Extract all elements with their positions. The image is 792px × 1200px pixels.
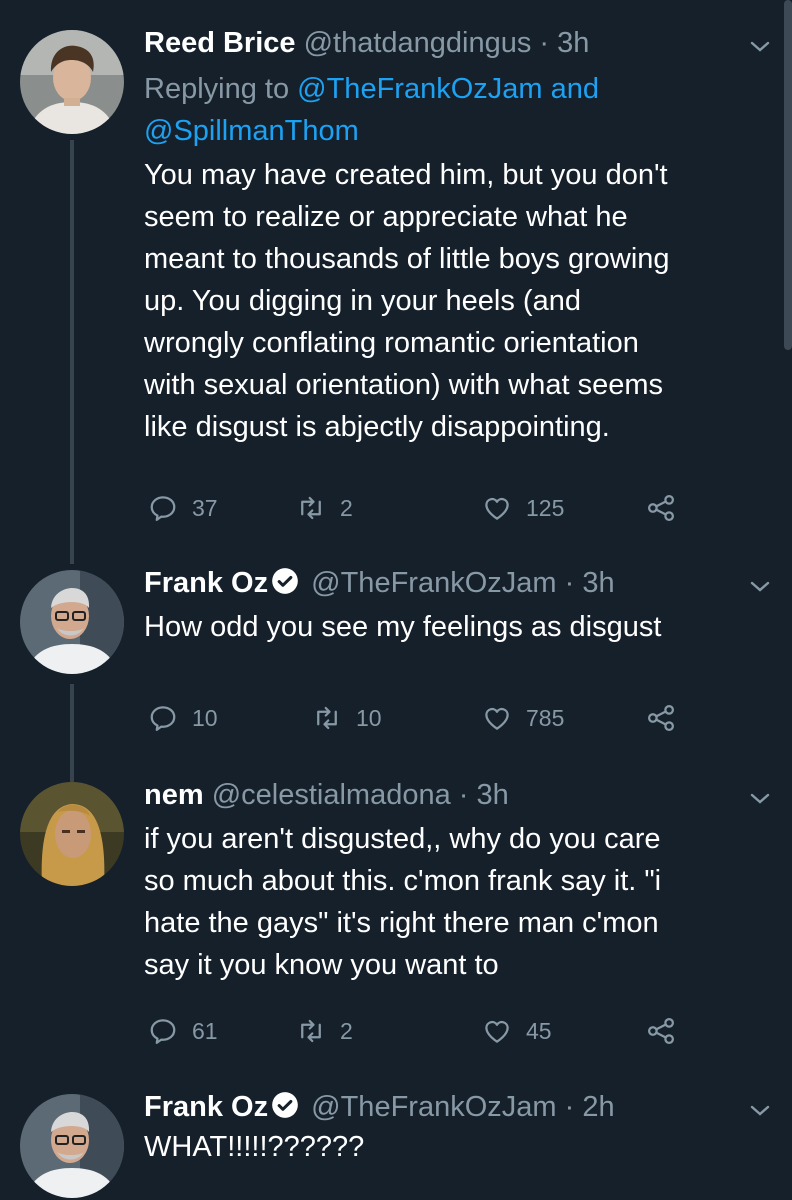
tweet-text: How odd you see my feelings as disgust: [144, 611, 662, 643]
tweet-text: WHAT!!!!!??????: [144, 1131, 365, 1163]
tweet-text: You may have created him, but you don't …: [144, 159, 670, 443]
verified-badge-icon: [272, 568, 298, 594]
reply-icon: [150, 706, 176, 731]
display-name[interactable]: Reed Brice: [144, 27, 296, 59]
username[interactable]: @thatdangdingus: [304, 27, 532, 59]
retweet-count: 2: [340, 494, 353, 521]
thread-line: [70, 684, 74, 782]
like-button[interactable]: 45: [482, 1013, 552, 1049]
share-button[interactable]: [646, 1013, 690, 1049]
mention-link[interactable]: @SpillmanThom: [144, 115, 359, 147]
verified-badge-icon: [272, 1092, 298, 1118]
retweet-button[interactable]: 2: [296, 490, 353, 526]
share-icon: [648, 705, 674, 731]
retweet-button[interactable]: 2: [296, 1013, 353, 1049]
like-count: 785: [526, 704, 565, 731]
thread-line: [70, 140, 74, 564]
like-icon: [485, 1020, 509, 1043]
share-button[interactable]: [646, 490, 690, 526]
username[interactable]: @celestialmadona: [212, 779, 451, 811]
share-icon: [648, 1018, 674, 1044]
tweet-header: Frank Oz @TheFrankOzJam · 2h: [144, 1090, 759, 1124]
username[interactable]: @TheFrankOzJam: [311, 567, 556, 599]
like-button[interactable]: 785: [482, 700, 564, 736]
retweet-count: 10: [356, 704, 382, 731]
tweet-header: nem @celestialmadona · 3h: [144, 778, 759, 812]
separator-dot: ·: [539, 27, 550, 59]
separator-dot: ·: [564, 1091, 575, 1123]
separator-dot: ·: [564, 567, 575, 599]
like-icon: [485, 497, 509, 520]
share-button[interactable]: [646, 700, 690, 736]
like-icon: [485, 707, 509, 730]
like-count: 45: [526, 1017, 552, 1044]
display-name[interactable]: nem: [144, 779, 204, 811]
timestamp[interactable]: 3h: [477, 779, 509, 811]
reply-button[interactable]: 10: [148, 700, 218, 736]
retweet-count: 2: [340, 1017, 353, 1044]
chevron-down-icon[interactable]: [748, 35, 772, 59]
reply-icon: [150, 1019, 176, 1044]
reply-button[interactable]: 61: [148, 1013, 218, 1049]
chevron-down-icon[interactable]: [748, 787, 772, 811]
reply-count: 10: [192, 704, 218, 731]
chevron-down-icon[interactable]: [748, 1099, 772, 1123]
share-icon: [648, 495, 674, 521]
scrollbar-thumb[interactable]: [784, 0, 792, 350]
retweet-icon: [317, 706, 337, 730]
display-name[interactable]: Frank Oz: [144, 567, 268, 599]
tweet-text: if you aren't disgusted,, why do you car…: [144, 823, 662, 981]
like-button[interactable]: 125: [482, 490, 564, 526]
mention-link[interactable]: @TheFrankOzJam: [297, 73, 542, 105]
replying-to: Replying to @TheFrankOzJam and @Spillman…: [144, 68, 759, 152]
like-count: 125: [526, 494, 565, 521]
display-name[interactable]: Frank Oz: [144, 1091, 268, 1123]
chevron-down-icon[interactable]: [748, 575, 772, 599]
timestamp[interactable]: 3h: [557, 27, 589, 59]
tweet-header: Frank Oz @TheFrankOzJam · 3h: [144, 566, 759, 600]
avatar[interactable]: [20, 1094, 124, 1198]
reply-button[interactable]: 37: [148, 490, 218, 526]
replying-to-label: Replying to: [144, 73, 290, 105]
username[interactable]: @TheFrankOzJam: [311, 1091, 556, 1123]
tweet-actions: 10 10 785: [148, 700, 688, 736]
tweet-actions: 37 2 125: [148, 490, 688, 526]
retweet-icon: [301, 1019, 321, 1043]
timestamp[interactable]: 2h: [582, 1091, 614, 1123]
tweet-header: Reed Brice @thatdangdingus · 3h: [144, 26, 759, 60]
avatar[interactable]: [20, 782, 124, 886]
avatar[interactable]: [20, 570, 124, 674]
timestamp[interactable]: 3h: [582, 567, 614, 599]
retweet-button[interactable]: 10: [312, 700, 382, 736]
reply-count: 61: [192, 1017, 218, 1044]
reply-icon: [150, 496, 176, 521]
mention-and[interactable]: and: [551, 73, 599, 105]
separator-dot: ·: [458, 779, 469, 811]
reply-count: 37: [192, 494, 218, 521]
tweet-actions: 61 2 45: [148, 1013, 688, 1049]
avatar[interactable]: [20, 30, 124, 134]
retweet-icon: [301, 496, 321, 520]
